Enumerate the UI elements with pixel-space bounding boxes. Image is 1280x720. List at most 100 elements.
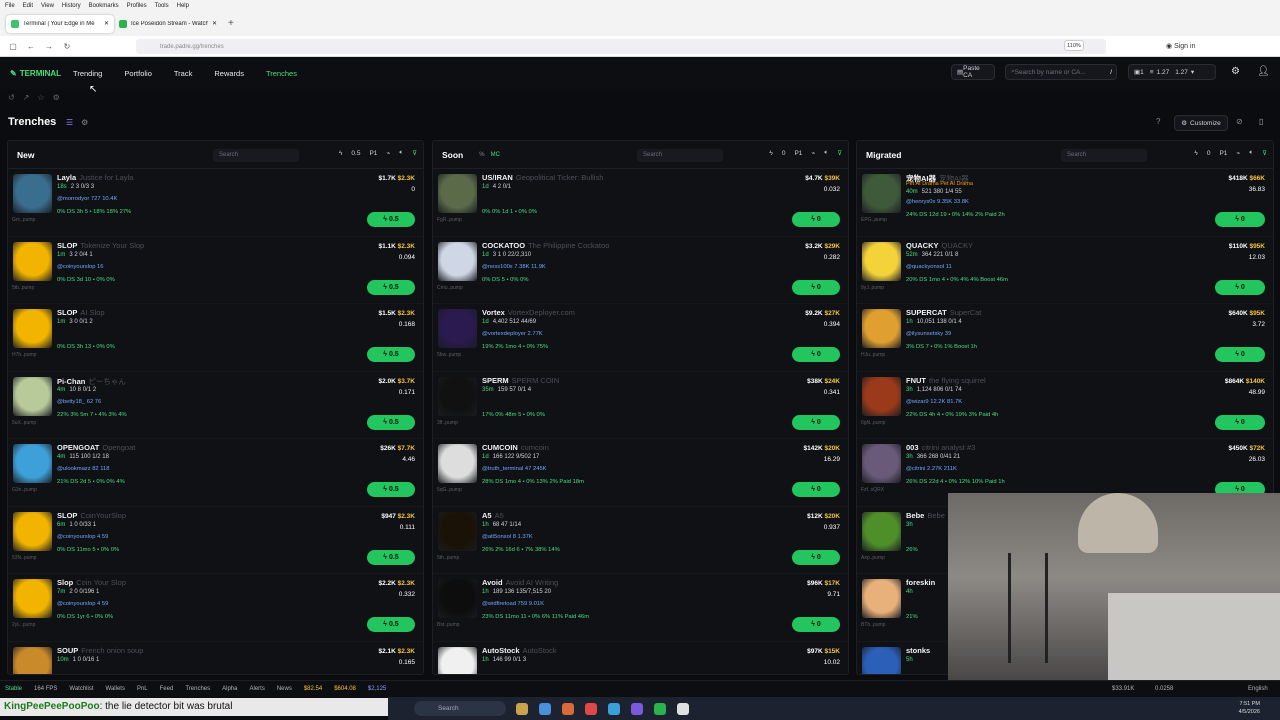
token-handle[interactable]: @quackyonsol 11 — [906, 264, 952, 270]
token-row[interactable]: 5th..pump A5 A5 1h 68 47 1/14 @alt5onsol 8 1.… — [433, 507, 848, 574]
quick-buy-button[interactable]: ϟ 0.5 — [367, 414, 415, 430]
menu-tools[interactable]: Tools — [155, 3, 169, 9]
token-avatar[interactable] — [13, 646, 52, 674]
footer-pnl[interactable]: PnL — [137, 686, 148, 692]
token-handle[interactable]: @henrys0x 9.35K 33.8K — [906, 199, 969, 205]
token-name[interactable]: 003 — [906, 443, 919, 452]
close-icon[interactable]: ✕ — [104, 20, 109, 27]
menu-edit[interactable]: Edit — [23, 3, 33, 9]
footer-alerts[interactable]: Alerts — [249, 686, 264, 692]
taskbar-search[interactable]: Search — [414, 701, 506, 716]
token-row[interactable]: HJu..pump SUPERCAT SuperCat 1h 10,051 138 0/… — [857, 304, 1273, 372]
token-address[interactable]: 3ff..pump — [437, 420, 458, 426]
token-handle[interactable]: @coinyourslop 4 59 — [57, 601, 108, 607]
quick-buy-button[interactable]: ϟ 0 — [1215, 279, 1265, 295]
list-view-icon[interactable]: ☰ — [66, 118, 73, 127]
footer-trenches[interactable]: Trenches — [185, 686, 210, 692]
quick-buy-button[interactable]: ϟ 0 — [792, 212, 840, 227]
token-handle[interactable]: @citrini 2.27K 211K — [906, 466, 957, 472]
preset-selector[interactable]: P1 — [1219, 150, 1227, 157]
url-bar[interactable]: trade.padre.gg/trenches — [136, 39, 1106, 54]
quick-buy-button[interactable]: ϟ 0 — [1215, 414, 1265, 430]
edge-icon[interactable] — [539, 702, 551, 715]
sound-icon[interactable]: 🔈︎ — [399, 149, 403, 157]
token-name[interactable]: SOUP — [57, 646, 78, 655]
token-name[interactable]: SLOP — [57, 511, 77, 520]
token-address[interactable]: 5qG..pump — [437, 487, 462, 493]
token-row[interactable]: EPG..pump 宠物AI器 宠物AI器 Pet AI Drama Pet AI D… — [857, 169, 1273, 237]
token-name[interactable]: Pi-Chan — [57, 377, 85, 386]
token-address[interactable]: FgR..pump — [437, 217, 462, 223]
app-icon[interactable] — [608, 702, 620, 715]
token-avatar[interactable] — [438, 309, 477, 348]
token-avatar[interactable] — [862, 241, 901, 281]
quick-buy-button[interactable]: ϟ 0.5 — [367, 279, 415, 295]
user-icon[interactable]: 👤︎ — [1257, 66, 1270, 77]
grid-view-icon[interactable]: ⚙ — [81, 118, 88, 127]
menu-history[interactable]: History — [62, 3, 81, 9]
quick-buy-button[interactable]: ϟ 0.5 — [367, 212, 415, 227]
token-avatar[interactable] — [862, 511, 901, 551]
chart-icon[interactable]: ⌁ — [386, 149, 390, 157]
token-row[interactable]: Bst..pump Avoid Avoid AI Writing 1h 189 136 … — [433, 574, 848, 642]
token-handle[interactable]: @ulookmazz 82 118 — [57, 466, 110, 472]
nav-track[interactable]: Track — [174, 69, 192, 78]
token-row[interactable]: 3ff..pump SPERM SPERM COIN 35m 159 57 0/1 41… — [433, 372, 848, 439]
token-row[interactable]: G3n..pump OPENGOAT Opengoat 4m 115 100 1/2 1… — [8, 439, 423, 507]
token-address[interactable]: EPG..pump — [861, 217, 887, 223]
token-name[interactable]: foreskin — [906, 578, 935, 587]
quick-buy-button[interactable]: ϟ 0.5 — [367, 482, 415, 497]
token-address[interactable]: Cmu..pump — [437, 285, 463, 291]
chart-icon[interactable]: ⌁ — [1236, 149, 1240, 157]
app-icon[interactable] — [677, 702, 689, 715]
token-address[interactable]: 5th..pump — [437, 555, 459, 561]
token-handle[interactable]: @betty18_ 62 76 — [57, 399, 101, 405]
token-handle[interactable]: @morrodyor 727 10.4K — [57, 196, 117, 202]
token-name[interactable]: COCKATOO — [482, 241, 525, 250]
token-row[interactable]: 5qG..pump CUMCOIN cumcoin 1d 166 122 9/502 1… — [433, 439, 848, 507]
token-name[interactable]: A5 — [482, 511, 492, 520]
token-name[interactable]: SLOP — [57, 308, 77, 317]
token-handle[interactable]: @vortexdeployer 2.77K — [482, 331, 543, 337]
footer-alpha[interactable]: Alpha — [222, 686, 237, 692]
token-avatar[interactable] — [438, 241, 477, 281]
token-name[interactable]: AutoStock — [482, 646, 520, 655]
token-name[interactable]: SUPERCAT — [906, 308, 947, 317]
quick-buy-button[interactable]: ϟ 0 — [792, 414, 840, 430]
token-address[interactable]: 5uX..pump — [12, 420, 36, 426]
token-avatar[interactable] — [13, 511, 52, 551]
token-address[interactable]: Grx..pump — [12, 217, 35, 223]
token-row[interactable]: 9yJ..pump QUACKY QUACKY 52m 364 221 0/1 8 @qu… — [857, 237, 1273, 304]
tab-terminal[interactable]: Terminal | Your Edge in Me ✕ — [6, 14, 114, 33]
forward-icon[interactable]: → — [40, 42, 58, 51]
token-name[interactable]: SPERM — [482, 376, 509, 385]
token-avatar[interactable] — [862, 376, 901, 416]
bookmark-icon[interactable]: ▯ — [1259, 117, 1263, 126]
reload-icon[interactable]: ↻ — [58, 42, 76, 51]
footer-wallets[interactable]: Wallets — [106, 686, 125, 692]
token-avatar[interactable] — [862, 444, 901, 483]
token-handle[interactable]: @alt5onsol 8 1.37K — [482, 534, 533, 540]
token-name[interactable]: Avoid — [482, 578, 503, 587]
language-selector[interactable]: English — [1248, 686, 1268, 692]
token-row[interactable]: 53N..pump SLOP CoinYourSlop 6m 1 0 0/33 1 @co… — [8, 507, 423, 574]
token-avatar[interactable] — [862, 309, 901, 348]
hide-icon[interactable]: ⊘ — [1236, 117, 1243, 126]
menu-view[interactable]: View — [41, 3, 54, 9]
sound-icon[interactable]: 🔈︎ — [824, 149, 828, 157]
column-search-input[interactable]: Search — [1061, 149, 1147, 162]
token-handle[interactable]: @coinyourslop 16 — [57, 264, 104, 270]
token-address[interactable]: 2yL..pump — [12, 622, 35, 628]
filter-icon[interactable]: ⊽ — [412, 149, 417, 157]
customize-button[interactable]: ⚙ Customize — [1174, 115, 1228, 131]
footer-watchlist[interactable]: Watchlist — [69, 686, 93, 692]
token-name[interactable]: Bebe — [906, 511, 924, 520]
token-avatar[interactable] — [438, 444, 477, 483]
token-address[interactable]: Axp..pump — [861, 555, 885, 561]
menu-help[interactable]: Help — [177, 3, 189, 9]
quick-buy-button[interactable]: ϟ 0.5 — [367, 347, 415, 362]
token-address[interactable]: 6gN..pump — [861, 420, 885, 426]
token-handle[interactable]: @wizar9 12.2K 81.7K — [906, 399, 962, 405]
token-address[interactable]: 9yJ..pump — [861, 285, 884, 291]
token-avatar[interactable] — [13, 309, 52, 348]
